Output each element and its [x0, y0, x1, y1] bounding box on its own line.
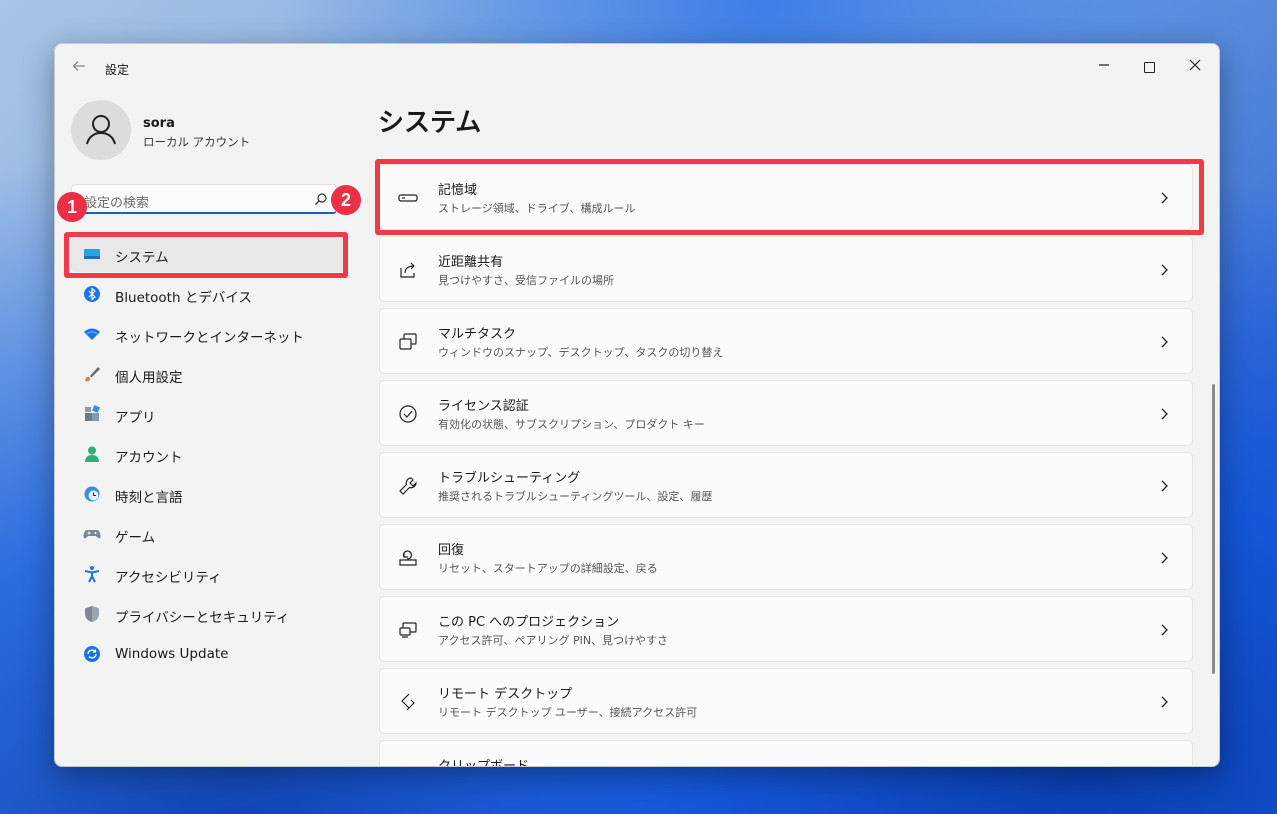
clipboard-icon — [398, 764, 418, 766]
highlight-box-system — [64, 232, 348, 278]
card-activation[interactable]: ライセンス認証 有効化の状態、サブスクリプション、プロダクト キー — [379, 380, 1193, 446]
chevron-right-icon — [1161, 480, 1168, 492]
card-remote-desktop[interactable]: リモート デスクトップ リモート デスクトップ ユーザー、接続アクセス許可 — [379, 668, 1193, 734]
wrench-icon — [399, 477, 417, 495]
card-projection[interactable]: この PC へのプロジェクション アクセス許可、ペアリング PIN、見つけやすさ — [379, 596, 1193, 662]
minimize-button[interactable] — [1089, 52, 1119, 82]
card-title: 回復 — [438, 543, 465, 558]
card-nearby-sharing[interactable]: 近距離共有 見つけやすさ、受信ファイルの場所 — [379, 236, 1193, 302]
brush-icon — [85, 367, 100, 382]
sidebar-item-label: 時刻と言語 — [115, 490, 183, 506]
sidebar-item-label: 個人用設定 — [115, 370, 183, 386]
highlight-box-storage — [375, 159, 1204, 235]
chevron-right-icon — [1161, 336, 1168, 348]
close-button[interactable] — [1180, 52, 1210, 82]
sidebar-item-apps[interactable]: アプリ — [71, 396, 347, 432]
bluetooth-icon — [84, 286, 100, 302]
sidebar-item-label: プライバシーとセキュリティ — [115, 610, 290, 626]
card-title: リモート デスクトップ — [438, 687, 573, 702]
clock-globe-icon — [84, 486, 100, 502]
sidebar-item-label: アカウント — [115, 450, 183, 466]
card-multitasking[interactable]: マルチタスク ウィンドウのスナップ、デスクトップ、タスクの切り替え — [379, 308, 1193, 374]
card-subtitle: アクセス許可、ペアリング PIN、見つけやすさ — [438, 634, 669, 647]
check-circle-icon — [399, 405, 417, 423]
chevron-right-icon — [1161, 624, 1168, 636]
search-icon[interactable] — [314, 192, 328, 206]
sidebar-item-label: Windows Update — [115, 646, 229, 662]
sidebar-item-label: アプリ — [115, 410, 156, 426]
card-clipboard[interactable]: クリップボード — [379, 740, 1193, 766]
account-icon — [85, 446, 99, 462]
card-subtitle: 見つけやすさ、受信ファイルの場所 — [438, 274, 614, 287]
sidebar-item-label: ゲーム — [115, 530, 156, 546]
sidebar-item-privacy[interactable]: プライバシーとセキュリティ — [71, 596, 347, 632]
card-title: クリップボード — [438, 755, 529, 766]
back-arrow-icon[interactable] — [69, 58, 89, 78]
gamepad-icon — [83, 530, 101, 539]
avatar[interactable] — [71, 100, 131, 160]
shield-icon — [85, 606, 99, 622]
card-subtitle: 有効化の状態、サブスクリプション、プロダクト キー — [438, 418, 705, 431]
card-title: ライセンス認証 — [438, 399, 529, 414]
accessibility-icon — [84, 566, 100, 583]
card-subtitle: 推奨されるトラブルシューティングツール、設定、履歴 — [438, 490, 713, 503]
page-title: システム — [378, 108, 482, 138]
projection-icon — [399, 622, 417, 638]
sidebar-item-gaming[interactable]: ゲーム — [71, 516, 347, 552]
share-icon — [400, 262, 415, 278]
multitask-icon — [399, 333, 417, 350]
scrollbar[interactable] — [1212, 384, 1215, 674]
app-title: 設定 — [105, 63, 130, 77]
user-icon — [86, 115, 116, 145]
maximize-button[interactable] — [1134, 52, 1164, 82]
search-input[interactable]: 設定の検索 — [84, 192, 149, 211]
wifi-icon — [84, 328, 100, 340]
card-troubleshoot[interactable]: トラブルシューティング 推奨されるトラブルシューティングツール、設定、履歴 — [379, 452, 1193, 518]
account-type: ローカル アカウント — [143, 135, 251, 149]
sidebar-item-label: アクセシビリティ — [115, 570, 222, 586]
card-title: この PC へのプロジェクション — [438, 615, 620, 630]
chevron-right-icon — [1161, 408, 1168, 420]
chevron-right-icon — [1161, 696, 1168, 708]
sidebar-item-network[interactable]: ネットワークとインターネット — [71, 316, 347, 352]
user-name: sora — [143, 116, 175, 131]
chevron-right-icon — [1161, 552, 1168, 564]
title-bar: 設定 — [55, 44, 1219, 92]
card-title: 近距離共有 — [438, 255, 504, 270]
update-icon — [84, 646, 100, 662]
card-title: トラブルシューティング — [438, 471, 581, 486]
remote-desktop-icon — [401, 693, 415, 711]
card-subtitle: リセット、スタートアップの詳細設定、戻る — [438, 562, 658, 575]
sidebar-nav: システム Bluetooth とデバイス ネットワークとインターネット 個人用設… — [71, 236, 347, 676]
recovery-icon — [399, 550, 417, 566]
sidebar-item-bluetooth[interactable]: Bluetooth とデバイス — [71, 276, 347, 312]
sidebar-item-label: ネットワークとインターネット — [115, 330, 304, 346]
settings-window: 設定 sora ローカル アカウント 設定の検索 システム Bluetooth … — [54, 43, 1220, 767]
step-badge-1: 1 — [57, 192, 87, 222]
chevron-right-icon — [1161, 264, 1168, 276]
sidebar-item-accounts[interactable]: アカウント — [71, 436, 347, 472]
card-title: マルチタスク — [438, 327, 517, 342]
settings-card-list: 記憶域 ストレージ領域、ドライブ、構成ルール 近距離共有 見つけやすさ、受信ファ… — [379, 154, 1195, 766]
card-subtitle: リモート デスクトップ ユーザー、接続アクセス許可 — [438, 706, 698, 719]
sidebar-item-personalization[interactable]: 個人用設定 — [71, 356, 347, 392]
maximize-icon — [1143, 61, 1155, 73]
card-subtitle: ウィンドウのスナップ、デスクトップ、タスクの切り替え — [438, 346, 724, 359]
search-box[interactable]: 設定の検索 — [71, 184, 337, 214]
sidebar-item-label: Bluetooth とデバイス — [115, 290, 252, 306]
apps-icon — [85, 405, 100, 421]
sidebar-item-windows-update[interactable]: Windows Update — [71, 636, 347, 672]
sidebar-item-time-language[interactable]: 時刻と言語 — [71, 476, 347, 512]
step-badge-2: 2 — [331, 185, 361, 215]
sidebar-item-accessibility[interactable]: アクセシビリティ — [71, 556, 347, 592]
card-recovery[interactable]: 回復 リセット、スタートアップの詳細設定、戻る — [379, 524, 1193, 590]
